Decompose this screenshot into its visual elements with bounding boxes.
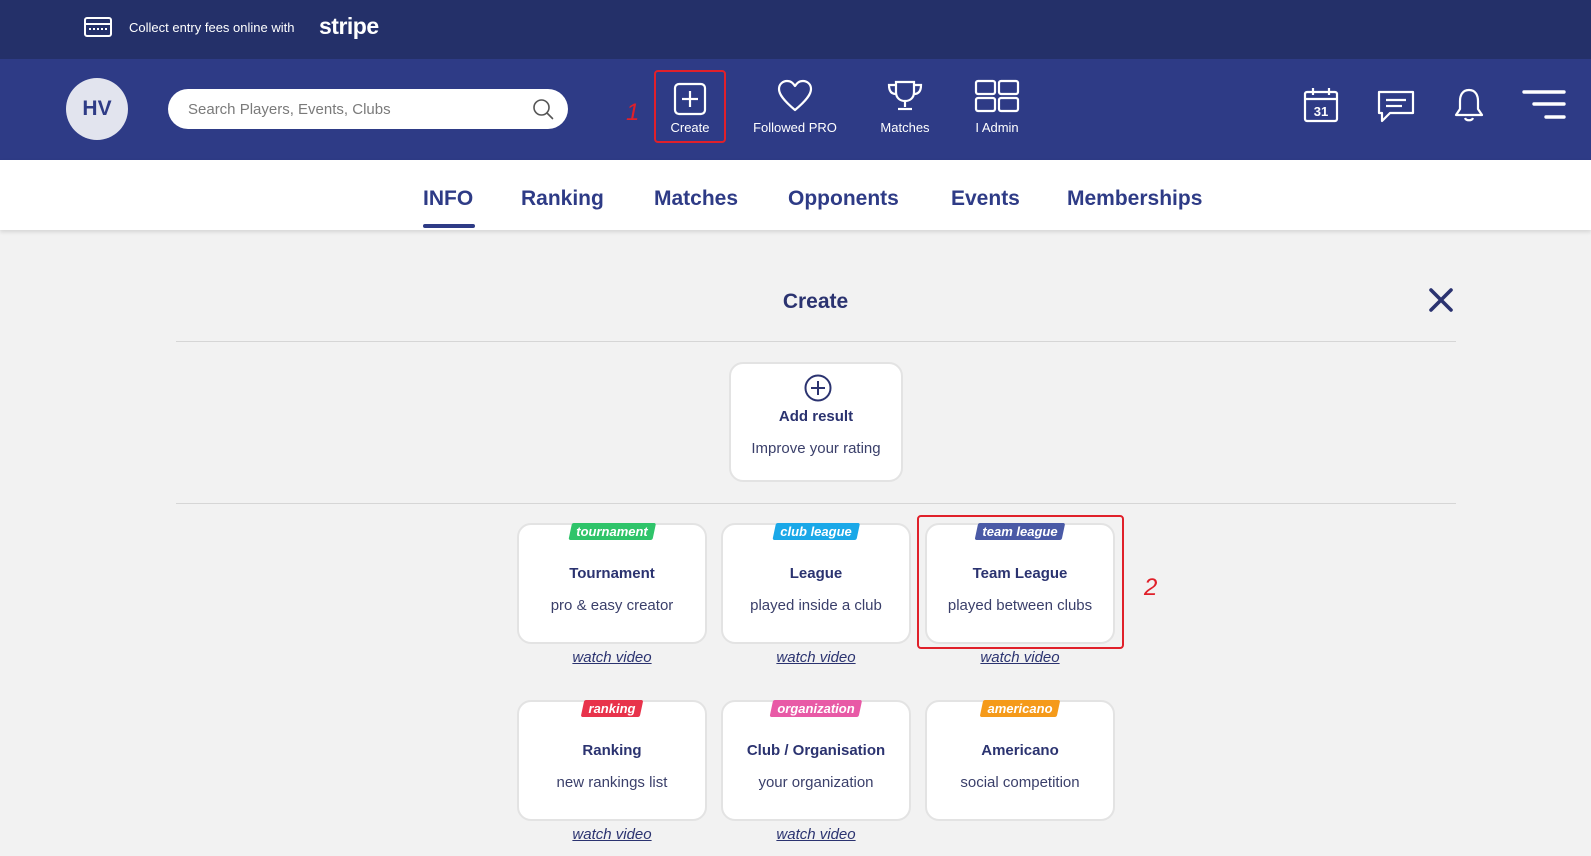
stripe-promo-bar[interactable]: Collect entry fees online with stripe [0, 0, 1591, 59]
add-result-card[interactable]: Add result Improve your rating [729, 362, 903, 482]
nav-create-button[interactable]: Create [654, 70, 726, 143]
nav-create-label: Create [670, 120, 710, 135]
calendar-day: 31 [1314, 104, 1328, 119]
tab-matches[interactable]: Matches [654, 187, 738, 211]
tab-info[interactable]: INFO [423, 187, 473, 211]
card-subtitle: pro & easy creator [550, 597, 674, 614]
team-league-tag: team league [974, 523, 1066, 540]
ranking-watch-video-link[interactable]: watch video [517, 826, 707, 843]
search-box[interactable] [168, 89, 568, 129]
card-title: Club / Organisation [746, 742, 886, 759]
americano-card[interactable]: americano Americano social competition [925, 700, 1115, 821]
chat-icon[interactable] [1376, 89, 1416, 125]
trophy-icon [887, 80, 923, 111]
credit-card-icon [84, 17, 112, 37]
nav-admin-label: I Admin [975, 120, 1019, 135]
avatar[interactable]: HV [66, 78, 128, 140]
league-watch-video-link[interactable]: watch video [721, 649, 911, 666]
card-subtitle: new rankings list [556, 774, 668, 791]
add-result-subtitle: Improve your rating [751, 440, 881, 457]
tournament-tag: tournament [568, 523, 656, 540]
team-league-card[interactable]: team league Team League played between c… [925, 523, 1115, 644]
card-subtitle: social competition [960, 774, 1080, 791]
ranking-tag: ranking [580, 700, 644, 717]
step-marker-1: 1 [626, 99, 640, 126]
team-league-watch-video-link[interactable]: watch video [925, 649, 1115, 666]
divider [176, 503, 1456, 504]
stripe-logo: stripe [319, 13, 379, 39]
nav-matches-label: Matches [880, 120, 930, 135]
promo-text: Collect entry fees online with [129, 20, 295, 35]
americano-tag: americano [979, 700, 1061, 717]
tab-opponents[interactable]: Opponents [788, 187, 899, 211]
calendar-icon[interactable]: 31 [1303, 87, 1339, 123]
tab-memberships[interactable]: Memberships [1067, 187, 1202, 211]
add-result-title: Add result [778, 408, 854, 425]
nav-admin[interactable]: I Admin [966, 59, 1028, 160]
tournament-card[interactable]: tournament Tournament pro & easy creator [517, 523, 707, 644]
club-league-tag: club league [772, 523, 860, 540]
card-subtitle: played inside a club [750, 597, 882, 614]
card-subtitle: played between clubs [947, 597, 1093, 614]
card-title: Ranking [582, 742, 642, 759]
profile-tabs: INFO Ranking Matches Opponents Events Me… [0, 160, 1591, 230]
tab-ranking[interactable]: Ranking [521, 187, 604, 211]
divider [176, 341, 1456, 342]
club-organisation-card[interactable]: organization Club / Organisation your or… [721, 700, 911, 821]
nav-matches[interactable]: Matches [872, 59, 938, 160]
league-card[interactable]: club league League played inside a club [721, 523, 911, 644]
plus-circle-icon [804, 374, 832, 402]
heart-icon [777, 79, 813, 112]
close-icon[interactable] [1428, 287, 1454, 313]
club-watch-video-link[interactable]: watch video [721, 826, 911, 843]
bell-icon[interactable] [1453, 87, 1485, 123]
ranking-card[interactable]: ranking Ranking new rankings list [517, 700, 707, 821]
top-navbar: HV 1 Create Followed PRO Matches [0, 59, 1591, 160]
step-marker-2: 2 [1144, 574, 1158, 601]
card-title: Americano [981, 742, 1059, 759]
search-icon[interactable] [532, 98, 554, 120]
card-title: League [789, 565, 843, 582]
organization-tag: organization [769, 700, 863, 717]
menu-icon[interactable] [1522, 89, 1566, 123]
tournament-watch-video-link[interactable]: watch video [517, 649, 707, 666]
plus-square-icon [673, 82, 707, 116]
create-panel-title: Create [782, 290, 849, 313]
tab-events[interactable]: Events [951, 187, 1020, 211]
nav-followed-pro[interactable]: Followed PRO [747, 59, 843, 160]
search-input[interactable] [188, 89, 518, 129]
card-subtitle: your organization [758, 774, 874, 791]
nav-followed-label: Followed PRO [753, 120, 837, 135]
card-title: Tournament [569, 565, 655, 582]
grid-icon [974, 79, 1020, 113]
card-title: Team League [972, 565, 1068, 582]
active-tab-indicator [423, 224, 475, 228]
